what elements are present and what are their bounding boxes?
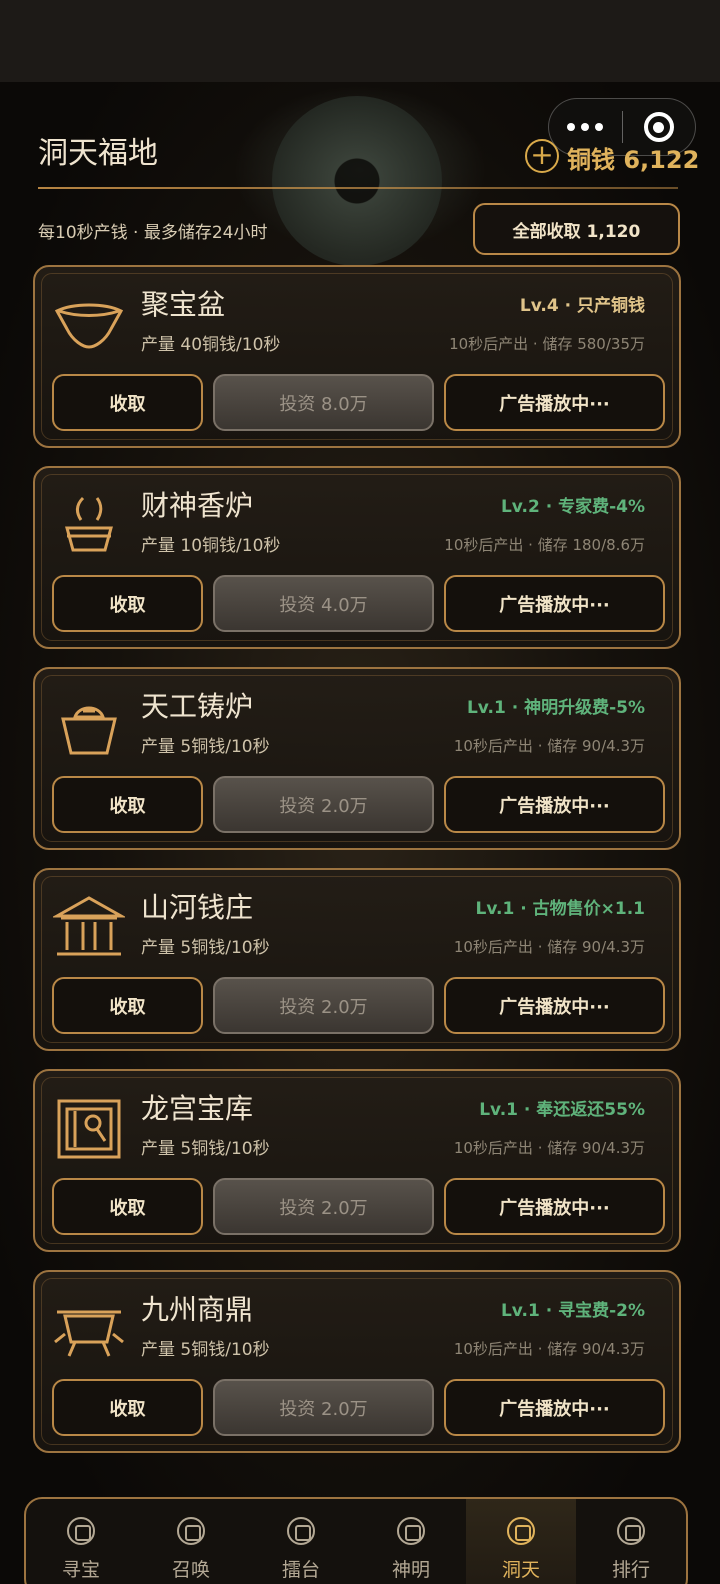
ad-boost-button[interactable]: 广告播放中··· (444, 575, 665, 632)
nav-label: 神明 (391, 1559, 430, 1581)
nav-label: 洞天 (501, 1559, 540, 1581)
page-title: 洞天福地 (38, 136, 158, 171)
nav-label: 排行 (611, 1559, 650, 1581)
ad-boost-button[interactable]: 广告播放中··· (444, 374, 665, 431)
forge-icon (53, 691, 125, 763)
building-card: 聚宝盆产量 40铜钱/10秒 Lv.4 · 只产铜钱 10秒后产出 · 储存 580… (33, 265, 681, 448)
collect-all-button[interactable]: 全部收取 1,120 (473, 203, 680, 255)
nav-item-4[interactable]: 洞天 (466, 1499, 576, 1584)
status-bar (0, 0, 720, 82)
building-output: 产量 40铜钱/10秒 (141, 335, 281, 355)
ad-boost-button[interactable]: 广告播放中··· (444, 1379, 665, 1436)
coin-balance-text: 铜钱 6,122 (567, 146, 700, 174)
bottom-nav: 寻宝 召唤 擂台 神明 洞天 排行 (24, 1497, 688, 1584)
add-coins-icon[interactable]: + (525, 138, 559, 173)
production-info: 每10秒产钱 · 最多储存24小时 (38, 223, 268, 243)
building-level: Lv.4 · 只产铜钱 (519, 296, 645, 316)
building-output: 产量 5铜钱/10秒 (141, 1340, 270, 1360)
treasure-bowl-icon (53, 289, 125, 361)
building-output: 产量 5铜钱/10秒 (141, 737, 270, 757)
building-level: Lv.1 · 神明升级费-5% (466, 698, 645, 718)
treasure-hunt-icon (67, 1517, 95, 1545)
building-storage: 10秒后产出 · 储存 90/4.3万 (453, 938, 645, 956)
nav-item-5[interactable]: 排行 (576, 1499, 686, 1584)
ad-boost-button[interactable]: 广告播放中··· (444, 1178, 665, 1235)
nav-item-0[interactable]: 寻宝 (26, 1499, 136, 1584)
ranking-icon (617, 1517, 645, 1545)
building-name: 山河钱庄 (141, 891, 254, 924)
collect-button[interactable]: 收取 (52, 374, 203, 431)
building-storage: 10秒后产出 · 储存 90/4.3万 (453, 1139, 645, 1157)
building-name: 龙宫宝库 (141, 1092, 254, 1125)
ad-boost-button[interactable]: 广告播放中··· (444, 977, 665, 1034)
incense-burner-icon (53, 490, 125, 562)
invest-button[interactable]: 投资 2.0万 (213, 977, 434, 1034)
cave-home-icon (507, 1517, 535, 1545)
deity-icon (397, 1517, 425, 1545)
invest-button[interactable]: 投资 8.0万 (213, 374, 434, 431)
building-storage: 10秒后产出 · 储存 90/4.3万 (453, 1340, 645, 1358)
building-storage: 10秒后产出 · 储存 580/35万 (449, 335, 645, 353)
invest-button[interactable]: 投资 2.0万 (213, 776, 434, 833)
collect-button[interactable]: 收取 (52, 977, 203, 1034)
collect-button[interactable]: 收取 (52, 1379, 203, 1436)
building-storage: 10秒后产出 · 储存 90/4.3万 (453, 737, 645, 755)
building-level: Lv.2 · 专家费-4% (500, 497, 645, 517)
building-output: 产量 5铜钱/10秒 (141, 938, 270, 958)
jade-disc-decoration (272, 96, 442, 266)
arena-icon (287, 1517, 315, 1545)
nav-item-3[interactable]: 神明 (356, 1499, 466, 1584)
building-name: 天工铸炉 (141, 690, 254, 723)
collect-button[interactable]: 收取 (52, 1178, 203, 1235)
coin-balance: + 铜钱 6,122 (525, 136, 699, 175)
building-level: Lv.1 · 寻宝费-2% (500, 1301, 645, 1321)
building-output: 产量 5铜钱/10秒 (141, 1139, 270, 1159)
nav-label: 擂台 (281, 1559, 320, 1581)
building-storage: 10秒后产出 · 储存 180/8.6万 (444, 536, 645, 554)
building-output: 产量 10铜钱/10秒 (141, 536, 281, 556)
invest-button[interactable]: 投资 2.0万 (213, 1379, 434, 1436)
building-card: 九州商鼎产量 5铜钱/10秒 Lv.1 · 寻宝费-2% 10秒后产出 · 储存 9… (33, 1270, 681, 1453)
nav-item-2[interactable]: 擂台 (246, 1499, 356, 1584)
header-divider (38, 187, 678, 189)
collect-button[interactable]: 收取 (52, 776, 203, 833)
building-card: 龙宫宝库产量 5铜钱/10秒 Lv.1 · 奉还返还55% 10秒后产出 · 储存 … (33, 1069, 681, 1252)
building-name: 财神香炉 (141, 489, 254, 522)
cauldron-icon (53, 1294, 125, 1366)
summon-icon (177, 1517, 205, 1545)
building-card: 山河钱庄产量 5铜钱/10秒 Lv.1 · 古物售价×1.1 10秒后产出 · 储存… (33, 868, 681, 1051)
building-card: 财神香炉产量 10铜钱/10秒 Lv.2 · 专家费-4% 10秒后产出 · 储存 … (33, 466, 681, 649)
nav-label: 寻宝 (61, 1559, 100, 1581)
building-level: Lv.1 · 奉还返还55% (479, 1100, 645, 1120)
building-name: 九州商鼎 (141, 1293, 254, 1326)
ad-boost-button[interactable]: 广告播放中··· (444, 776, 665, 833)
collect-button[interactable]: 收取 (52, 575, 203, 632)
nav-label: 召唤 (171, 1559, 210, 1581)
bank-icon (51, 892, 127, 964)
building-name: 聚宝盆 (141, 288, 226, 321)
invest-button[interactable]: 投资 2.0万 (213, 1178, 434, 1235)
building-card: 天工铸炉产量 5铜钱/10秒 Lv.1 · 神明升级费-5% 10秒后产出 · 储存… (33, 667, 681, 850)
vault-icon (53, 1093, 125, 1165)
invest-button[interactable]: 投资 4.0万 (213, 575, 434, 632)
building-level: Lv.1 · 古物售价×1.1 (475, 899, 645, 919)
nav-item-1[interactable]: 召唤 (136, 1499, 246, 1584)
